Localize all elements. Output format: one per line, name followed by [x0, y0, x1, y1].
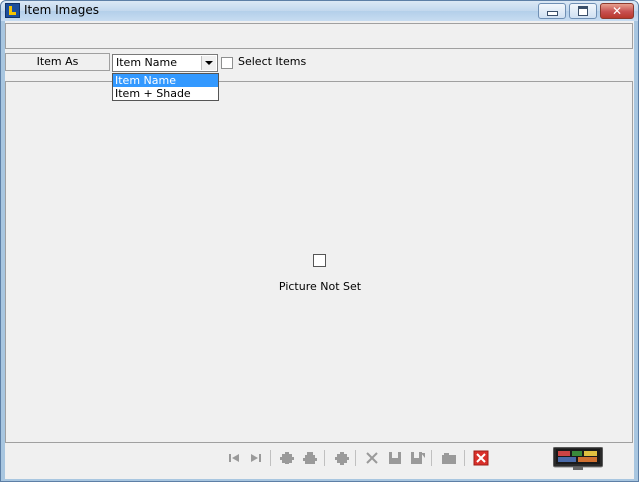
close-form-icon: [473, 450, 489, 466]
last-record-button[interactable]: [247, 449, 265, 467]
first-record-button[interactable]: [225, 449, 243, 467]
picture-panel: Picture Not Set: [5, 81, 633, 443]
minimize-button[interactable]: [538, 3, 566, 19]
item-as-combo[interactable]: Item Name: [112, 54, 218, 72]
select-items-label[interactable]: Select Items: [238, 55, 306, 69]
title-bar[interactable]: Item Images ✕: [1, 1, 638, 21]
header-strip: [5, 23, 633, 49]
toolbar-separator: [355, 450, 356, 466]
app-logo-icon: [5, 3, 20, 18]
picture-status: Picture Not Set: [278, 280, 362, 293]
item-as-dropdown-list: Item Name Item + Shade: [112, 73, 219, 101]
save-button[interactable]: [386, 449, 404, 467]
close-button[interactable]: ✕: [600, 3, 634, 19]
maximize-icon: [578, 6, 588, 16]
camera-icon: [442, 453, 456, 464]
toolbar-separator: [431, 450, 432, 466]
client-area: Item As Item Name Select Items Picture N…: [5, 21, 634, 479]
view-button[interactable]: [333, 449, 351, 467]
last-icon: [251, 454, 261, 462]
view-icon: [335, 452, 349, 465]
minimize-icon: [546, 11, 558, 16]
edit-button[interactable]: [301, 449, 319, 467]
delete-icon: [366, 452, 378, 464]
window-title: Item Images: [24, 3, 99, 17]
item-as-label: Item As: [5, 53, 110, 71]
first-icon: [229, 454, 239, 462]
close-form-button[interactable]: [472, 449, 490, 467]
close-icon: ✕: [611, 4, 623, 18]
delete-button[interactable]: [363, 449, 381, 467]
camera-button[interactable]: [440, 449, 458, 467]
select-items-checkbox[interactable]: [221, 57, 233, 69]
save-icon: [389, 452, 401, 464]
toolbar-separator: [464, 450, 465, 466]
maximize-button[interactable]: [569, 3, 597, 19]
item-images-window: Item Images ✕ Item As Item Name Select I…: [0, 0, 639, 482]
save-as-button[interactable]: [409, 449, 427, 467]
add-icon: [280, 452, 294, 464]
picture-placeholder-icon: [313, 254, 326, 267]
dropdown-option-item-name[interactable]: Item Name: [113, 74, 218, 87]
edit-icon: [303, 452, 317, 464]
chevron-down-icon: [205, 61, 213, 65]
dropdown-option-item-shade[interactable]: Item + Shade: [113, 87, 218, 100]
add-button[interactable]: [278, 449, 296, 467]
toolbar-separator: [324, 450, 325, 466]
save-as-icon: [411, 452, 425, 464]
display-monitor-icon[interactable]: [552, 446, 604, 471]
combo-dropdown-button[interactable]: [201, 56, 216, 70]
combo-value: Item Name: [116, 56, 177, 69]
toolbar-separator: [270, 450, 271, 466]
